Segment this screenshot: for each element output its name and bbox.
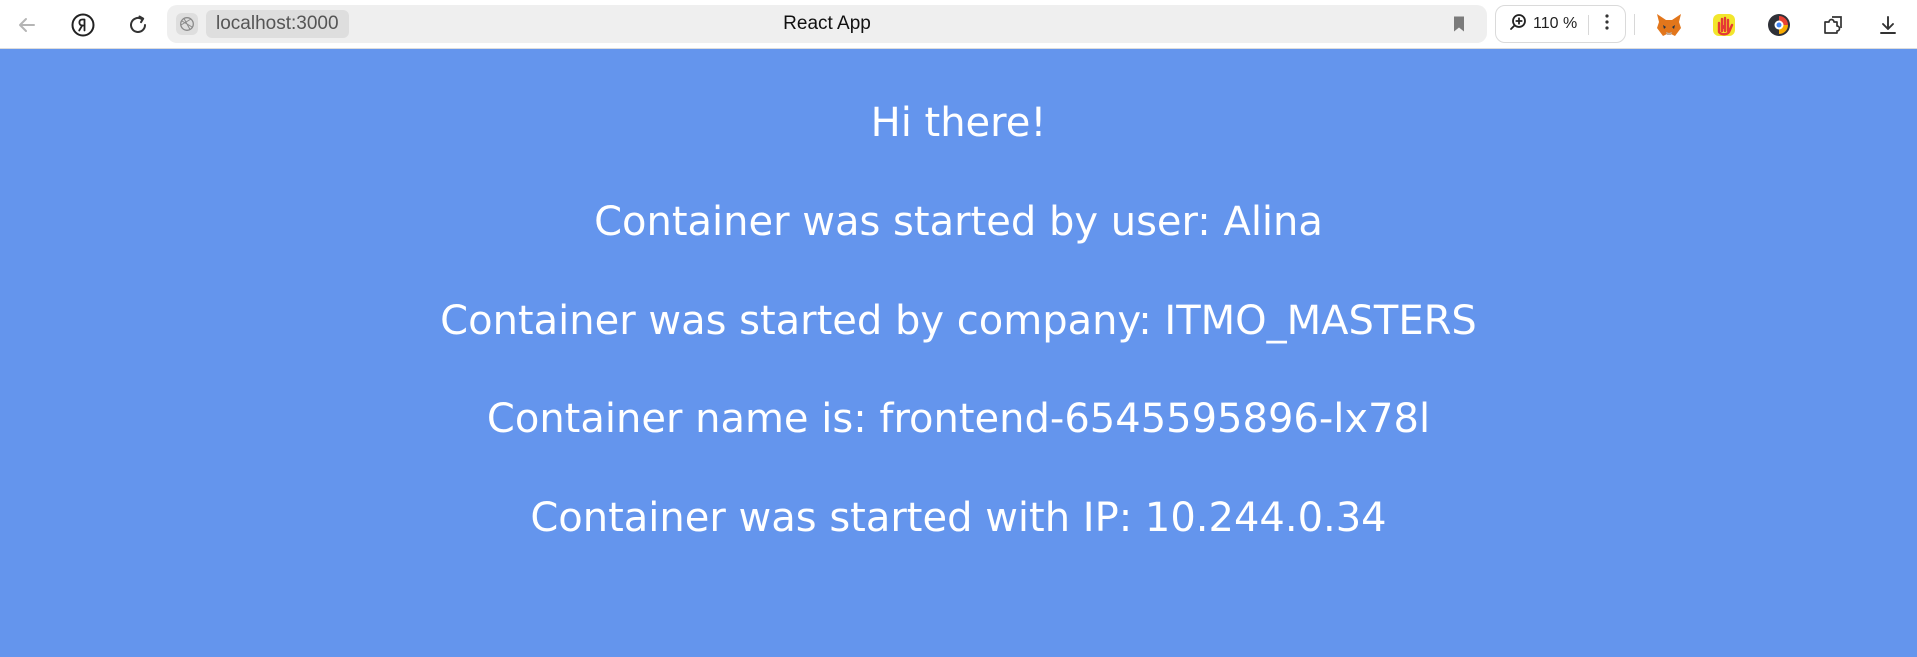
downloads-button[interactable] bbox=[1871, 8, 1905, 42]
zoom-button[interactable]: 110 % bbox=[1502, 10, 1584, 38]
bookmark-button[interactable] bbox=[1449, 14, 1469, 39]
url-text[interactable]: localhost:3000 bbox=[206, 10, 349, 38]
yandex-button[interactable] bbox=[66, 8, 100, 42]
divider bbox=[1634, 14, 1635, 35]
zoom-control: 110 % bbox=[1495, 5, 1626, 43]
more-button[interactable] bbox=[1594, 10, 1620, 38]
reload-icon bbox=[126, 13, 150, 37]
ip-line: Container was started with IP: 10.244.0.… bbox=[530, 495, 1387, 541]
divider bbox=[1588, 15, 1589, 35]
browser-toolbar: localhost:3000 React App 110 % bbox=[0, 0, 1917, 49]
address-bar[interactable]: localhost:3000 React App bbox=[167, 5, 1487, 43]
extensions-icon bbox=[1821, 13, 1845, 37]
extensions-button[interactable] bbox=[1816, 8, 1850, 42]
yandex-icon bbox=[70, 12, 96, 38]
zoom-icon bbox=[1508, 12, 1528, 37]
container-name-line: Container name is: frontend-6545595896-l… bbox=[486, 396, 1431, 442]
more-icon bbox=[1604, 13, 1610, 36]
metamask-extension-button[interactable] bbox=[1652, 8, 1686, 42]
hand-extension-icon bbox=[1711, 12, 1737, 38]
greeting-text: Hi there! bbox=[870, 100, 1047, 146]
metamask-extension-icon bbox=[1655, 12, 1683, 38]
back-arrow-icon bbox=[16, 14, 38, 36]
circle-extension-icon bbox=[1766, 12, 1792, 38]
bookmark-icon bbox=[1449, 16, 1469, 38]
download-icon bbox=[1877, 14, 1899, 36]
reload-button[interactable] bbox=[121, 8, 155, 42]
company-line: Container was started by company: ITMO_M… bbox=[440, 298, 1477, 344]
site-info-icon[interactable] bbox=[176, 13, 198, 35]
page-content: Hi there! Container was started by user:… bbox=[0, 49, 1917, 657]
user-line: Container was started by user: Alina bbox=[594, 199, 1323, 245]
circle-extension-button[interactable] bbox=[1762, 8, 1796, 42]
page-title: React App bbox=[783, 13, 871, 34]
back-button[interactable] bbox=[10, 8, 44, 42]
zoom-level: 110 % bbox=[1533, 15, 1578, 32]
hand-extension-button[interactable] bbox=[1707, 8, 1741, 42]
